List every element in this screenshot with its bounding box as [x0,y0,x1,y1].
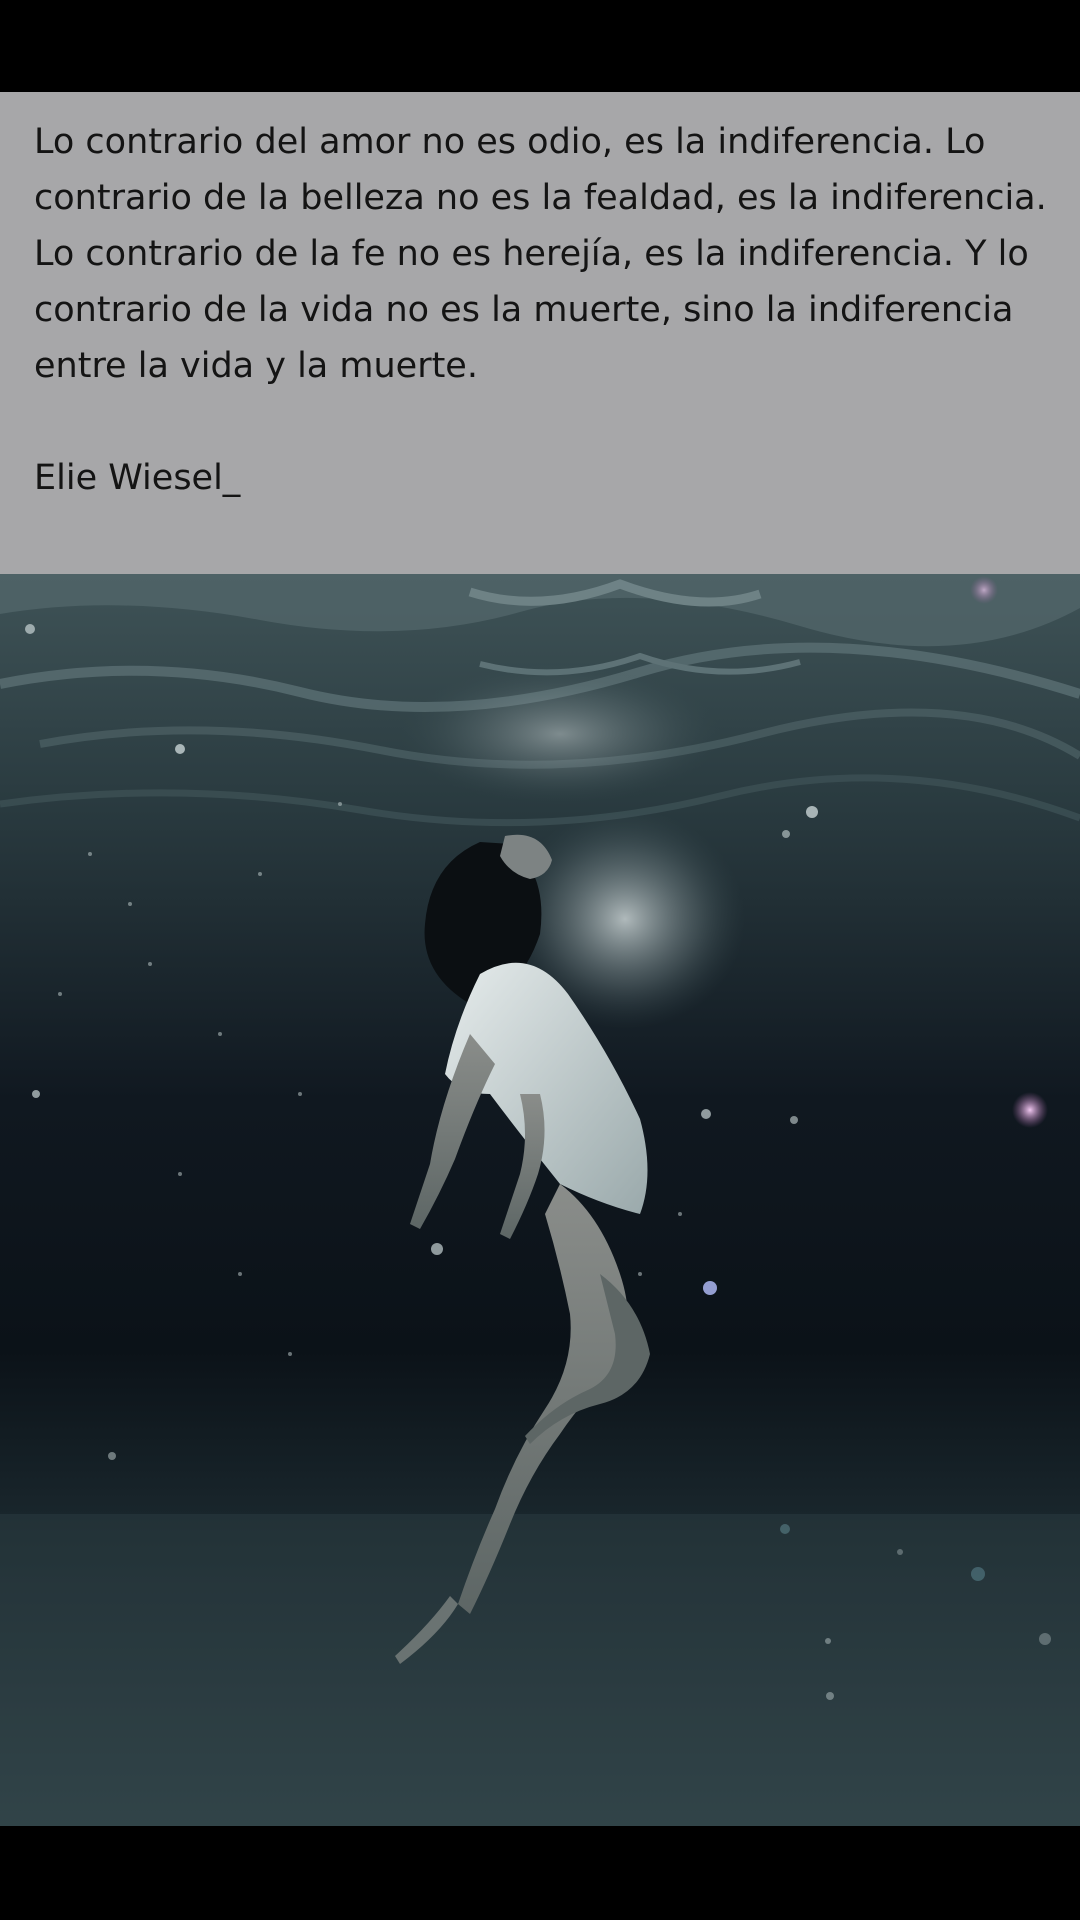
quote-card: Lo contrario del amor no es odio, es la … [0,92,1080,574]
pink-bokeh [1012,1092,1048,1128]
screen: Lo contrario del amor no es odio, es la … [0,0,1080,1920]
quote-text: Lo contrario del amor no es odio, es la … [34,122,1047,386]
underwater-photo [0,574,1080,1826]
quote-author: Elie Wiesel_ [34,458,241,498]
seabed [0,1514,1080,1826]
bottom-frame [0,1826,1080,1920]
underwater-illustration [0,574,1080,1826]
